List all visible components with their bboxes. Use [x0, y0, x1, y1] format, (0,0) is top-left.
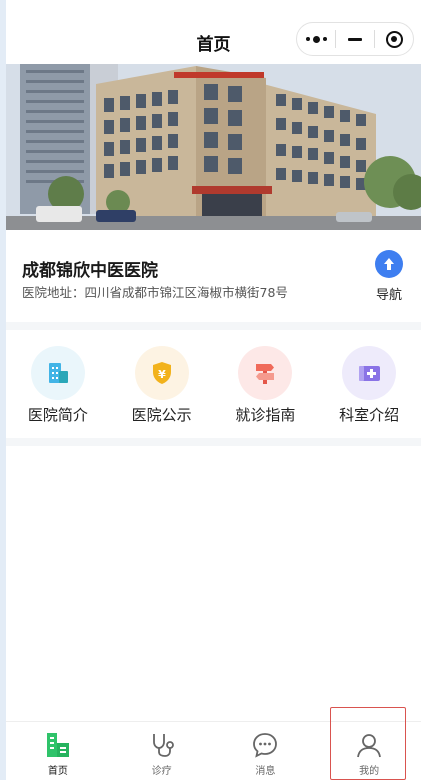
medical-card-icon: [342, 346, 397, 400]
tab-messages[interactable]: 消息: [214, 722, 318, 780]
menu-item-hospital-notice[interactable]: ¥ 医院公示: [110, 330, 214, 438]
building-icon: [30, 346, 85, 400]
navigation-arrow-icon: [375, 250, 403, 278]
shield-yen-icon: ¥: [134, 346, 189, 400]
tab-label: 首页: [47, 766, 68, 777]
navigate-label: 导航: [375, 288, 402, 303]
menu-item-hospital-intro[interactable]: 医院简介: [6, 330, 110, 438]
tab-label: 消息: [255, 766, 276, 777]
tab-treatment[interactable]: 诊疗: [110, 722, 214, 780]
close-target-icon: [385, 30, 403, 48]
hospital-name: 成都锦欣中医医院: [22, 261, 158, 281]
minimize-button[interactable]: [336, 23, 374, 55]
menu-item-departments[interactable]: 科室介绍: [317, 330, 421, 438]
menu-label: 就诊指南: [235, 406, 296, 424]
menu-item-visit-guide[interactable]: 就诊指南: [214, 330, 318, 438]
navigate-button[interactable]: 导航: [371, 250, 407, 303]
tab-label: 诊疗: [151, 766, 172, 777]
section-divider: [6, 322, 421, 330]
feature-menu: 医院简介 ¥ 医院公示 就诊指南 科室介绍: [6, 330, 421, 438]
nav-bar: 首页: [6, 0, 421, 64]
menu-label: 科室介绍: [339, 406, 400, 424]
chat-icon: [214, 730, 318, 760]
hospital-info-card: 成都锦欣中医医院 医院地址：四川省成都市锦江区海椒市横街78号 导航: [6, 230, 421, 322]
minimize-icon: [348, 37, 362, 41]
mini-program-capsule: [296, 22, 414, 56]
tab-home[interactable]: 首页: [6, 722, 110, 780]
home-building-icon: [6, 730, 110, 760]
more-button[interactable]: [297, 23, 335, 55]
bottom-tab-bar: 首页 诊疗 消息 我的: [6, 707, 421, 780]
stethoscope-icon: [110, 730, 214, 760]
signpost-icon: [238, 346, 293, 400]
close-button[interactable]: [375, 23, 413, 55]
hospital-address: 医院地址：四川省成都市锦江区海椒市横街78号: [22, 285, 288, 300]
more-dots-icon: [305, 35, 327, 43]
menu-label: 医院公示: [131, 406, 192, 424]
selection-highlight-box: [330, 707, 406, 780]
svg-text:¥: ¥: [158, 368, 166, 381]
section-divider: [6, 438, 421, 446]
hospital-banner-image: [6, 64, 421, 230]
menu-label: 医院简介: [27, 406, 88, 424]
